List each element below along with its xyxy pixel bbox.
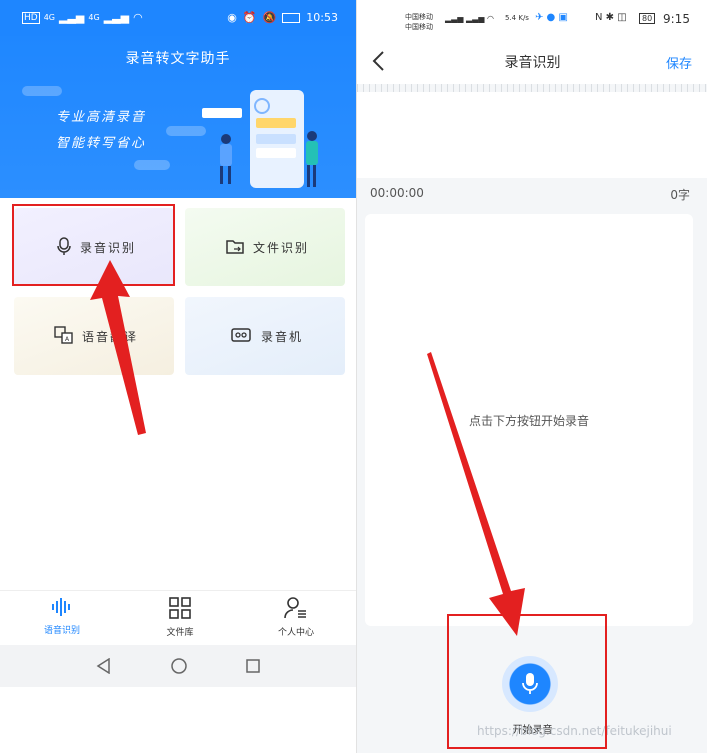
banner-deco	[134, 160, 170, 170]
carrier-1: 中国移动	[405, 13, 433, 21]
grid-icon	[169, 597, 191, 619]
hd-badge: HD	[22, 11, 40, 24]
banner-slogan-2: 智能转写省心	[56, 136, 147, 151]
save-button[interactable]: 保存	[666, 53, 692, 72]
annotation-arrow-right	[427, 352, 525, 636]
tab-profile[interactable]: 个人中心	[246, 597, 346, 638]
banner-slogan-1: 专业高清录音	[56, 110, 147, 125]
signal-icon: ▂▃▅ ▂▃▅ ◠	[445, 14, 494, 23]
tab-label: 个人中心	[277, 628, 314, 638]
back-triangle-icon[interactable]	[96, 658, 112, 674]
card-label: 文件识别	[253, 241, 310, 255]
char-count: 0字	[670, 188, 690, 202]
recent-square-icon[interactable]	[246, 659, 260, 673]
system-nav-bar	[0, 645, 356, 687]
status-bar: 中国移动 中国移动 ▂▃▅ ▂▃▅ ◠ 5.4 K/s ✈ ● ▣ N ✱ ◫ …	[357, 0, 707, 40]
card-label: 录音机	[261, 330, 304, 344]
carrier-block: 中国移动 中国移动	[405, 12, 433, 32]
eye-icon: ◉	[227, 11, 237, 24]
top-nav-bar: 录音识别 保存	[357, 40, 707, 84]
waveform-area	[357, 92, 707, 178]
alarm-icon: ⏰	[242, 11, 257, 24]
signal-icon-2: ▂▃▅	[103, 11, 130, 24]
wifi-icon: ◠	[133, 11, 143, 24]
waveform-icon	[52, 598, 70, 616]
signal-icon: ▂▃▅	[59, 11, 85, 24]
app-title: 录音转文字助手	[125, 51, 231, 67]
notification-icons: ✈ ● ▣	[535, 12, 568, 23]
tab-label: 语音识别	[43, 626, 80, 636]
mute-icon: 🔕	[262, 11, 277, 24]
recorder-icon	[231, 328, 251, 342]
status-time: 9:15	[663, 12, 690, 26]
page-title: 录音识别	[504, 55, 561, 71]
tab-label: 文件库	[166, 628, 194, 638]
network-speed: 5.4 K/s	[505, 14, 529, 22]
card-file-recognition[interactable]: 文件识别	[185, 208, 345, 286]
carrier-2: 中国移动	[405, 23, 433, 31]
bottom-tab-bar: 语音识别 文件库 个人中心	[0, 590, 356, 646]
profile-icon	[284, 597, 306, 619]
tab-file-library[interactable]: 文件库	[130, 597, 230, 638]
home-circle-icon[interactable]	[171, 658, 187, 674]
annotation-arrow-left	[90, 260, 146, 435]
tab-speech-recognition[interactable]: 语音识别	[12, 597, 112, 636]
status-time: 10:53	[306, 11, 338, 24]
folder-icon	[226, 240, 244, 254]
banner-deco	[22, 86, 62, 96]
battery-level: 80	[639, 13, 656, 24]
card-recorder[interactable]: 录音机	[185, 297, 345, 375]
network-badge-2: 4G	[88, 13, 100, 22]
translate-icon: A	[54, 326, 73, 344]
network-badge: 4G	[43, 13, 55, 22]
status-bar: HD 4G ▂▃▅ 4G ▂▃▅ ◠ ◉ ⏰ 🔕 10:53	[0, 0, 356, 36]
app-header-banner: 录音转文字助手 专业高清录音 智能转写省心	[0, 36, 356, 198]
left-phone-screen: HD 4G ▂▃▅ 4G ▂▃▅ ◠ ◉ ⏰ 🔕 10:53 录音转文字助手 专…	[0, 0, 356, 753]
timeline-ruler	[357, 84, 707, 92]
elapsed-time: 00:00:00	[370, 186, 424, 200]
battery-icon	[282, 12, 301, 23]
banner-illustration	[202, 90, 318, 188]
nfc-bluetooth-icons: N ✱ ◫	[595, 12, 627, 23]
